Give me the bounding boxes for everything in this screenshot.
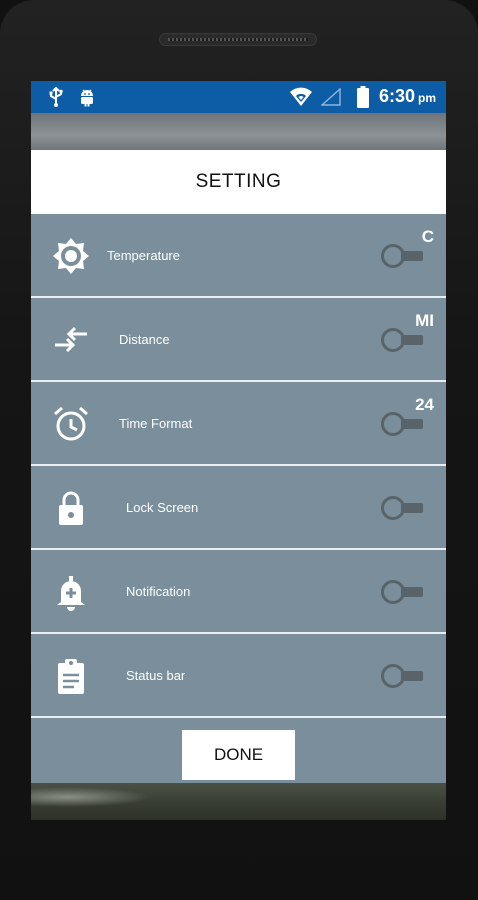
status-time: 6:30 pm [379,86,436,107]
setting-label-lock-screen: Lock Screen [126,500,199,515]
lock-icon [51,488,91,528]
android-debug-icon [78,87,96,112]
toggle-thumb [381,496,405,520]
toggle-temperature[interactable] [381,244,435,268]
screen: 6:30 pm SETTING Temperature C Distance M… [31,81,446,820]
done-button[interactable]: DONE [182,730,295,780]
setting-label-notification: Notification [126,584,191,599]
toggle-thumb [381,412,405,436]
status-time-ampm: pm [418,91,436,105]
toggle-notification[interactable] [381,580,435,604]
alarm-clock-icon [51,404,91,444]
bell-plus-icon [51,572,91,612]
setting-row-distance[interactable]: Distance MI [31,298,446,382]
toggle-thumb [381,580,405,604]
phone-speaker [159,33,317,46]
setting-row-status-bar[interactable]: Status bar [31,634,446,718]
setting-label-distance: Distance [119,332,170,347]
usb-icon [47,86,65,112]
wallpaper-bottom [31,783,446,820]
setting-label-temperature: Temperature [107,248,180,263]
toggle-time-format[interactable] [381,412,435,436]
toggle-thumb [381,244,405,268]
dialog-header: SETTING [31,150,446,214]
setting-label-status-bar: Status bar [126,668,186,683]
toggle-thumb [381,328,405,352]
setting-row-temperature[interactable]: Temperature C [31,214,446,298]
brightness-gear-icon [51,236,91,276]
dialog-title: SETTING [195,171,282,192]
setting-label-time-format: Time Format [119,416,193,431]
wifi-icon [289,86,313,113]
swap-arrows-icon [51,320,91,360]
dialog-footer: DONE [31,718,446,783]
signal-icon [320,87,341,111]
setting-row-lock-screen[interactable]: Lock Screen [31,466,446,550]
setting-row-time-format[interactable]: Time Format 24 [31,382,446,466]
settings-list: Temperature C Distance MI Time Format 24… [31,214,446,783]
setting-row-notification[interactable]: Notification [31,550,446,634]
status-bar: 6:30 pm [31,81,446,113]
toggle-thumb [381,664,405,688]
battery-icon [357,86,369,113]
clipboard-icon [51,656,91,696]
toggle-lock-screen[interactable] [381,496,435,520]
status-time-value: 6:30 [378,86,415,106]
toggle-distance[interactable] [381,328,435,352]
toggle-status-bar[interactable] [381,664,435,688]
wallpaper-top [31,113,446,150]
